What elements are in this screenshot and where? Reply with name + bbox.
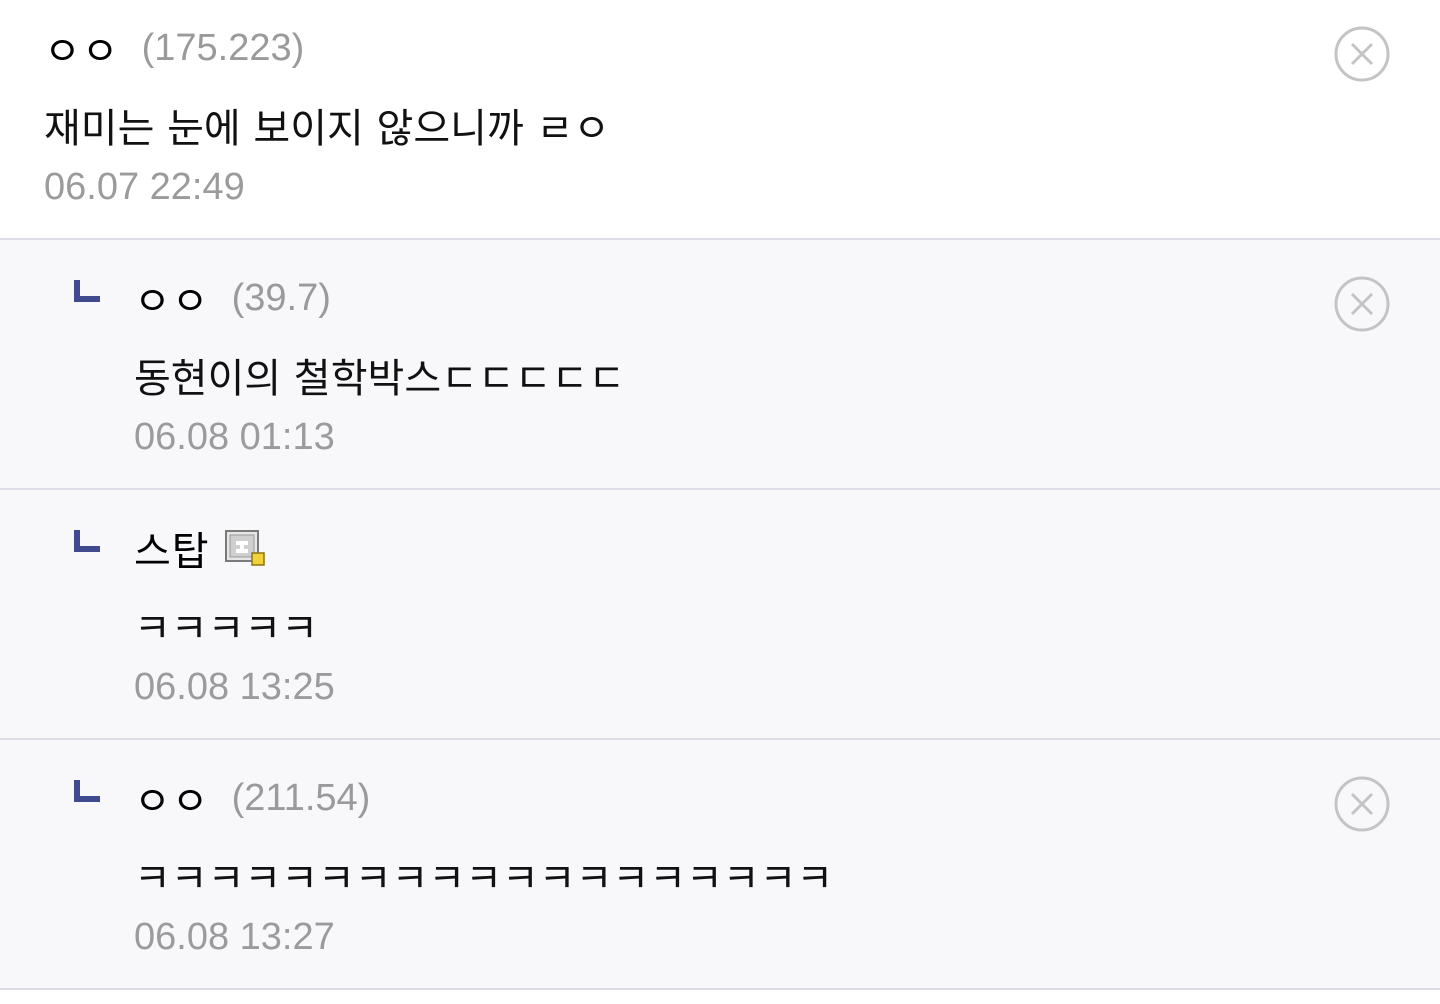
comment-author-line: 스탑 (134, 518, 266, 578)
reply-arrow-icon (74, 780, 100, 802)
comment-text: ㅋㅋㅋㅋㅋ (134, 606, 318, 652)
comment-timestamp: 06.08 01:13 (134, 416, 335, 458)
comment-nickname[interactable]: ㅇㅇ (44, 19, 120, 77)
reply-item: ㅇㅇ (211.54) ㅋㅋㅋㅋㅋㅋㅋㅋㅋㅋㅋㅋㅋㅋㅋㅋㅋㅋㅋ 06.08 13… (0, 740, 1440, 990)
gallog-fixed-nick-icon[interactable] (224, 527, 266, 569)
comment-ip: (211.54) (231, 776, 371, 819)
reply-item: 스탑 ㅋㅋㅋㅋㅋ 06.08 13:25 (0, 490, 1440, 740)
comment-text: 동현이의 철학박스ㄷㄷㄷㄷㄷ (134, 356, 626, 402)
reply-item: ㅇㅇ (39.7) 동현이의 철학박스ㄷㄷㄷㄷㄷ 06.08 01:13 (0, 240, 1440, 490)
comment-text: ㅋㅋㅋㅋㅋㅋㅋㅋㅋㅋㅋㅋㅋㅋㅋㅋㅋㅋㅋ (134, 856, 834, 902)
comment-ip: (39.7) (231, 276, 331, 319)
delete-comment-button[interactable] (1334, 276, 1390, 332)
reply-arrow-icon (74, 530, 100, 552)
comment-author-line: ㅇㅇ (175.223) (44, 18, 304, 78)
comment-ip: (175.223) (141, 26, 305, 69)
comment-list: ㅇㅇ (175.223) 재미는 눈에 보이지 않으니까 ㄹㅇ 06.07 22… (0, 0, 1440, 1004)
delete-comment-button[interactable] (1334, 26, 1390, 82)
delete-comment-button[interactable] (1334, 776, 1390, 832)
comment-nickname[interactable]: ㅇㅇ (134, 269, 210, 327)
comment-nickname[interactable]: 스탑 (134, 519, 210, 577)
close-circle-icon (1334, 276, 1390, 332)
reply-arrow-icon (74, 280, 100, 302)
close-circle-icon (1334, 26, 1390, 82)
comment-nickname[interactable]: ㅇㅇ (134, 769, 210, 827)
comment-item: ㅇㅇ (175.223) 재미는 눈에 보이지 않으니까 ㄹㅇ 06.07 22… (0, 0, 1440, 240)
comment-timestamp: 06.08 13:25 (134, 666, 335, 708)
comment-author-line: ㅇㅇ (211.54) (134, 768, 370, 828)
close-circle-icon (1334, 776, 1390, 832)
comment-timestamp: 06.08 13:27 (134, 916, 335, 958)
comment-timestamp: 06.07 22:49 (44, 166, 245, 208)
comment-author-line: ㅇㅇ (39.7) (134, 268, 331, 328)
comment-text: 재미는 눈에 보이지 않으니까 ㄹㅇ (44, 106, 611, 152)
